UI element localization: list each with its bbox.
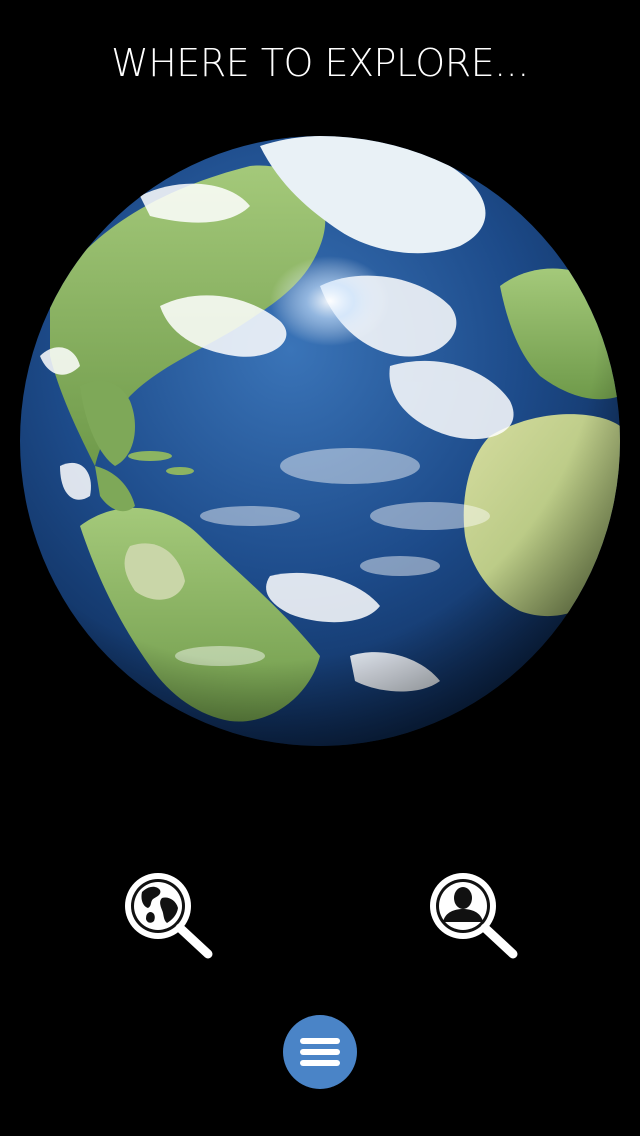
- hamburger-menu-button[interactable]: [283, 1015, 357, 1089]
- explore-places-button[interactable]: [120, 868, 220, 968]
- earth-globe-image: [20, 136, 620, 746]
- explore-people-button[interactable]: [425, 868, 525, 968]
- globe-search-icon: [125, 873, 213, 959]
- person-search-icon: [430, 873, 518, 959]
- page-title: WHERE TO EXPLORE...: [111, 41, 529, 85]
- earth-globe[interactable]: [20, 136, 620, 746]
